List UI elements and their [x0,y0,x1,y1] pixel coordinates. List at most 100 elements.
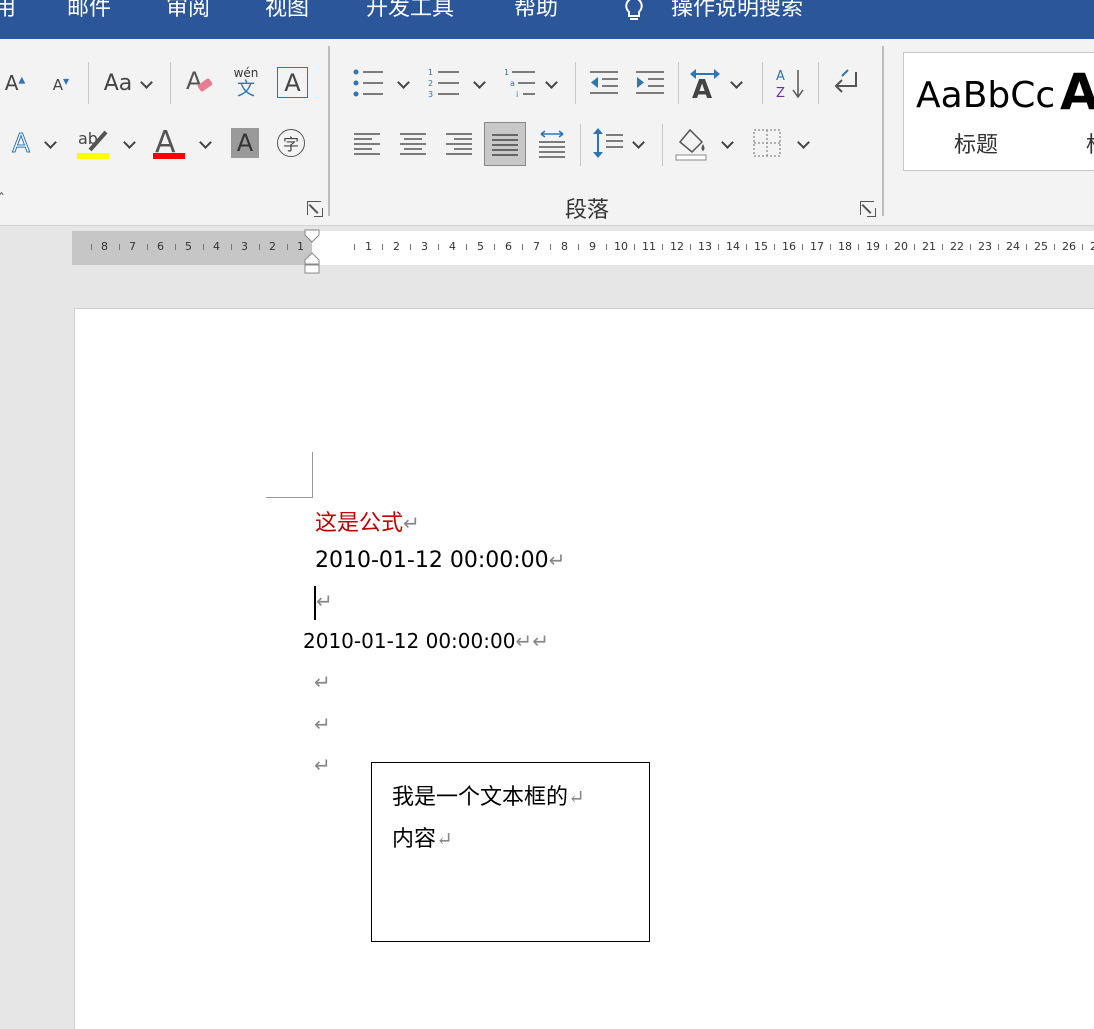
distributed-button[interactable] [537,128,567,158]
increase-indent-button[interactable] [634,68,666,98]
ruler-tick [970,244,971,250]
bullet-list-icon [353,69,383,97]
ruler-number: 1 [365,240,372,253]
ruler-number: 13 [698,240,712,253]
textbox-text: 内容 [392,827,437,852]
decrease-indent-icon [590,71,618,94]
enclose-characters-button[interactable]: 字 [277,129,305,157]
align-right-button[interactable] [444,128,474,158]
sort-button[interactable]: AZ [774,66,806,100]
tab-review[interactable]: 审阅 [166,0,210,24]
hanging-indent-marker-icon[interactable] [304,252,320,274]
text-effects-button[interactable]: A [8,126,34,162]
doc-paragraph[interactable]: ↵ [314,712,331,737]
divider [575,62,576,104]
align-left-icon [354,133,380,155]
ruler-number: 2 [269,240,276,253]
font-group-label-partial: ˆ [0,192,5,208]
highlight-button[interactable]: ab [76,124,112,164]
paragraph-mark-icon: ↵ [515,629,533,653]
doc-paragraph[interactable]: ↵ [316,589,333,614]
paragraph-mark-icon: ↵ [568,785,585,809]
align-center-button[interactable] [398,128,428,158]
justify-icon [492,134,518,156]
character-border-label: A [284,68,301,97]
ruler-tick [354,244,355,250]
style-next-label: 标 [1086,127,1094,159]
ruler-number: 9 [589,240,596,253]
ruler-number: 19 [866,240,880,253]
tab-home-partial[interactable]: 用 [0,0,16,24]
ruler-tick [802,244,803,250]
ruler-number: 22 [950,240,964,253]
align-left-button[interactable] [352,128,382,158]
shading-button[interactable] [674,124,710,162]
ruler-number: 7 [129,240,136,253]
line-spacing-button[interactable] [592,126,624,160]
ruler-number: 2 [393,240,400,253]
divider [170,62,171,104]
ruler-tick [410,244,411,250]
ruler-tick [942,244,943,250]
ruler-number: 14 [726,240,740,253]
doc-paragraph[interactable]: 2010-01-12 00:00:00↵ [315,548,565,573]
divider [662,124,663,166]
svg-text:a: a [510,79,515,88]
ruler-number: 4 [449,240,456,253]
textbox-text: 我是一个文本框的 [392,785,569,810]
styles-gallery[interactable]: AaBbCc 标题 A 标 [903,52,1094,171]
style-title-label: 标题 [954,133,999,158]
tab-developer[interactable]: 开发工具 [366,0,454,24]
style-next-preview[interactable]: A [1060,63,1094,121]
doc-paragraph[interactable]: ↵ [314,753,331,778]
show-hide-marks-button[interactable] [828,66,862,100]
divider [88,62,89,104]
shrink-font-button[interactable]: A▼ [50,70,72,100]
paragraph-dialog-launcher-icon[interactable] [860,201,876,217]
text-box[interactable]: 我是一个文本框的↵ 内容↵ [371,762,650,942]
ruler-number: 6 [157,240,164,253]
ruler-number: 27 [1090,240,1094,253]
ruler-tick [886,244,887,250]
font-color-button[interactable]: A [152,124,188,164]
decrease-indent-button[interactable] [588,68,620,98]
character-scaling-button[interactable]: A [688,66,722,100]
doc-paragraph[interactable]: ↵ [314,670,331,695]
font-dialog-launcher-icon[interactable] [307,201,323,217]
bullets-button[interactable] [352,66,386,100]
tab-help[interactable]: 帮助 [514,0,558,24]
ribbon-tab-bar: 用 邮件 审阅 视图 开发工具 帮助 操作说明搜索 [0,0,1094,39]
justify-button[interactable] [484,122,526,166]
first-line-indent-marker-icon[interactable] [304,229,320,245]
margin-corner-mark [266,497,313,498]
numbering-button[interactable]: 1 2 3 [428,66,462,100]
ruler-tick [466,244,467,250]
ruler-tick [550,244,551,250]
doc-paragraph[interactable]: 这是公式↵ [315,505,420,537]
margin-corner-mark [312,452,313,498]
borders-button[interactable] [752,128,782,158]
paragraph-mark-icon: ↵ [314,712,331,736]
tell-me-search[interactable]: 操作说明搜索 [671,0,803,24]
borders-icon [753,129,781,157]
doc-paragraph[interactable]: 2010-01-12 00:00:00↵↵ [303,629,549,653]
tab-view[interactable]: 视图 [265,0,309,24]
font-color-icon: A [153,125,185,160]
phonetic-guide-button[interactable]: wén 文 [230,64,262,102]
character-border-button[interactable]: A [277,67,308,98]
change-case-button[interactable]: Aa [100,66,136,100]
divider [762,62,763,104]
character-shading-label: A [236,129,254,157]
tab-mailings[interactable]: 邮件 [67,0,111,24]
multilevel-list-button[interactable]: 1ai [504,66,538,100]
ruler-tick [1054,244,1055,250]
ruler-tick [718,244,719,250]
character-shading-button[interactable]: A [231,128,259,158]
ruler-tick [606,244,607,250]
ruler-tick [203,244,204,250]
clear-formatting-button[interactable]: A [184,64,216,100]
ruler-tick [1082,244,1083,250]
ruler-number: 5 [185,240,192,253]
grow-font-button[interactable]: A▲ [4,66,26,100]
style-title-preview[interactable]: AaBbCc [916,75,1055,116]
